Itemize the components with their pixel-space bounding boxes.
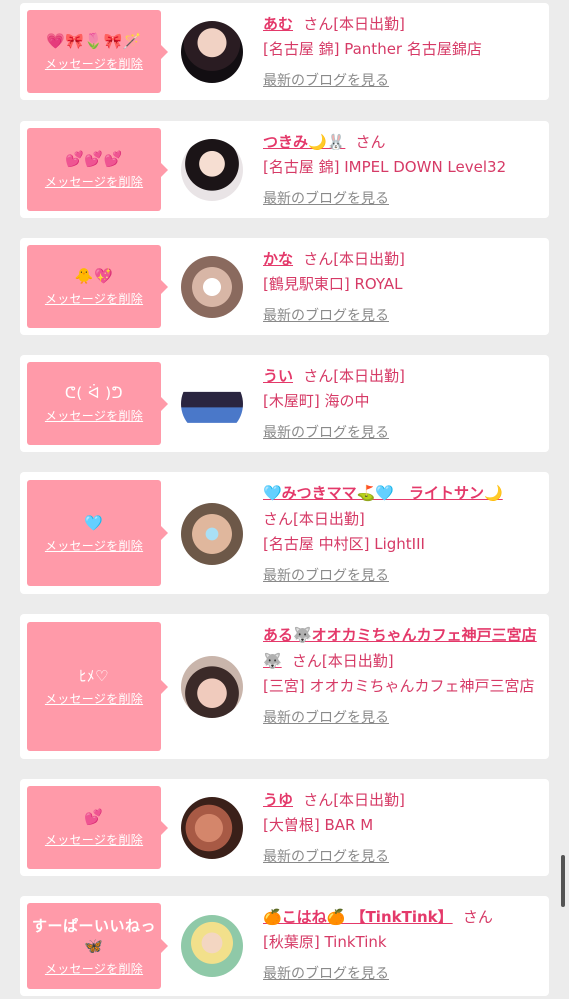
message-bubble: 🐥💖 メッセージを削除 bbox=[27, 245, 168, 328]
list-item: すーぱーいいねっ🦋 メッセージを削除 🍊こはね🍊 【TinkTink】 さん [… bbox=[20, 896, 549, 996]
avatar[interactable] bbox=[181, 21, 243, 83]
avatar[interactable] bbox=[181, 256, 243, 318]
honorific: さん bbox=[303, 791, 334, 809]
shop-text: [名古屋 中村区] LightIII bbox=[263, 535, 425, 553]
shop-text: [名古屋 錦] IMPEL DOWN Level32 bbox=[263, 158, 507, 176]
latest-blog-link[interactable]: 最新のブログを見る bbox=[263, 306, 389, 326]
avatar[interactable] bbox=[181, 656, 243, 718]
avatar[interactable] bbox=[181, 915, 243, 977]
cast-name-link[interactable]: うい bbox=[263, 367, 293, 385]
list-item: 💕 メッセージを削除 うゆ さん[本日出勤] [大曽根] BAR M 最新のブロ… bbox=[20, 779, 549, 876]
status-text: [本日出勤] bbox=[321, 652, 394, 670]
shop-text: [木屋町] 海の中 bbox=[263, 392, 370, 410]
message-bubble: 🩵 メッセージを削除 bbox=[27, 480, 168, 586]
message-text: すーぱーいいねっ🦋 bbox=[31, 916, 156, 955]
latest-blog-link[interactable]: 最新のブログを見る bbox=[263, 964, 389, 984]
latest-blog-link[interactable]: 最新のブログを見る bbox=[263, 566, 389, 586]
avatar[interactable] bbox=[181, 503, 243, 565]
scrollbar[interactable] bbox=[561, 855, 565, 907]
message-bubble: 💕💕💕 メッセージを削除 bbox=[27, 128, 168, 211]
honorific: さん bbox=[355, 133, 386, 151]
latest-blog-link[interactable]: 最新のブログを見る bbox=[263, 847, 389, 867]
message-text: 💕 bbox=[84, 808, 104, 826]
status-text: [本日出勤] bbox=[333, 791, 405, 809]
cast-name-link[interactable]: うゆ bbox=[263, 791, 293, 809]
message-bubble: ᕦ( ᐛ )ᕤ メッセージを削除 bbox=[27, 362, 168, 445]
honorific: さん bbox=[303, 250, 334, 268]
honorific: さん bbox=[303, 367, 334, 385]
cast-name-link[interactable]: 🩵みつきママ⛳🩵 ライトサン🌙 bbox=[263, 484, 503, 502]
delete-message-link[interactable]: メッセージを削除 bbox=[45, 537, 143, 554]
delete-message-link[interactable]: メッセージを削除 bbox=[45, 290, 143, 307]
honorific: さん bbox=[263, 510, 294, 528]
honorific: さん bbox=[303, 15, 334, 33]
delete-message-link[interactable]: メッセージを削除 bbox=[45, 690, 143, 707]
status-text: [本日出勤] bbox=[333, 367, 405, 385]
cast-name-link[interactable]: かな bbox=[263, 250, 293, 268]
delete-message-link[interactable]: メッセージを削除 bbox=[45, 55, 143, 72]
cast-name-link[interactable]: 🍊こはね🍊 【TinkTink】 bbox=[263, 908, 453, 926]
shop-text: [大曽根] BAR M bbox=[263, 816, 374, 834]
delete-message-link[interactable]: メッセージを削除 bbox=[45, 173, 143, 190]
message-text: ᕦ( ᐛ )ᕤ bbox=[64, 384, 124, 402]
status-text: [本日出勤] bbox=[333, 250, 405, 268]
cast-name-link[interactable]: つきみ🌙🐰 bbox=[263, 133, 345, 151]
honorific: さん bbox=[462, 908, 493, 926]
message-bubble: 💕 メッセージを削除 bbox=[27, 786, 168, 869]
delete-message-link[interactable]: メッセージを削除 bbox=[45, 831, 143, 848]
latest-blog-link[interactable]: 最新のブログを見る bbox=[263, 708, 389, 728]
delete-message-link[interactable]: メッセージを削除 bbox=[45, 960, 143, 977]
latest-blog-link[interactable]: 最新のブログを見る bbox=[263, 423, 389, 443]
avatar[interactable] bbox=[181, 373, 243, 435]
message-text: ﾋﾒ♡ bbox=[79, 667, 109, 685]
shop-text: [鶴見駅東口] ROYAL bbox=[263, 275, 403, 293]
status-text: [本日出勤] bbox=[333, 15, 405, 33]
latest-blog-link[interactable]: 最新のブログを見る bbox=[263, 71, 389, 91]
list-item: 💕💕💕 メッセージを削除 つきみ🌙🐰 さん [名古屋 錦] IMPEL DOWN… bbox=[20, 121, 549, 218]
message-text: 💕💕💕 bbox=[65, 150, 123, 168]
latest-blog-link[interactable]: 最新のブログを見る bbox=[263, 189, 389, 209]
shop-text: [三宮] オオカミちゃんカフェ神戸三宮店 bbox=[263, 677, 535, 695]
status-text: [本日出勤] bbox=[293, 510, 365, 528]
list-item: 💗🎀🌷🎀🪄 メッセージを削除 あむ さん[本日出勤] [名古屋 錦] Panth… bbox=[20, 3, 549, 100]
avatar[interactable] bbox=[181, 797, 243, 859]
shop-text: [名古屋 錦] Panther 名古屋錦店 bbox=[263, 40, 482, 58]
message-text: 🩵 bbox=[84, 513, 104, 532]
avatar[interactable] bbox=[181, 139, 243, 201]
list-item: ﾋﾒ♡ メッセージを削除 ある🐺オオカミちゃんカフェ神戸三宮店🐺 さん[本日出勤… bbox=[20, 614, 549, 759]
list-item: 🐥💖 メッセージを削除 かな さん[本日出勤] [鶴見駅東口] ROYAL 最新… bbox=[20, 238, 549, 335]
list-item: 🩵 メッセージを削除 🩵みつきママ⛳🩵 ライトサン🌙 さん[本日出勤] [名古屋 … bbox=[20, 472, 549, 594]
delete-message-link[interactable]: メッセージを削除 bbox=[45, 407, 143, 424]
message-bubble: ﾋﾒ♡ メッセージを削除 bbox=[27, 622, 168, 751]
message-text: 🐥💖 bbox=[74, 267, 114, 285]
cast-name-link[interactable]: あむ bbox=[263, 15, 293, 33]
message-bubble: 💗🎀🌷🎀🪄 メッセージを削除 bbox=[27, 10, 168, 93]
message-text: 💗🎀🌷🎀🪄 bbox=[46, 32, 142, 50]
honorific: さん bbox=[291, 652, 322, 670]
list-item: ᕦ( ᐛ )ᕤ メッセージを削除 うい さん[本日出勤] [木屋町] 海の中 最… bbox=[20, 355, 549, 452]
message-bubble: すーぱーいいねっ🦋 メッセージを削除 bbox=[27, 903, 168, 989]
shop-text: [秋葉原] TinkTink bbox=[263, 933, 387, 951]
